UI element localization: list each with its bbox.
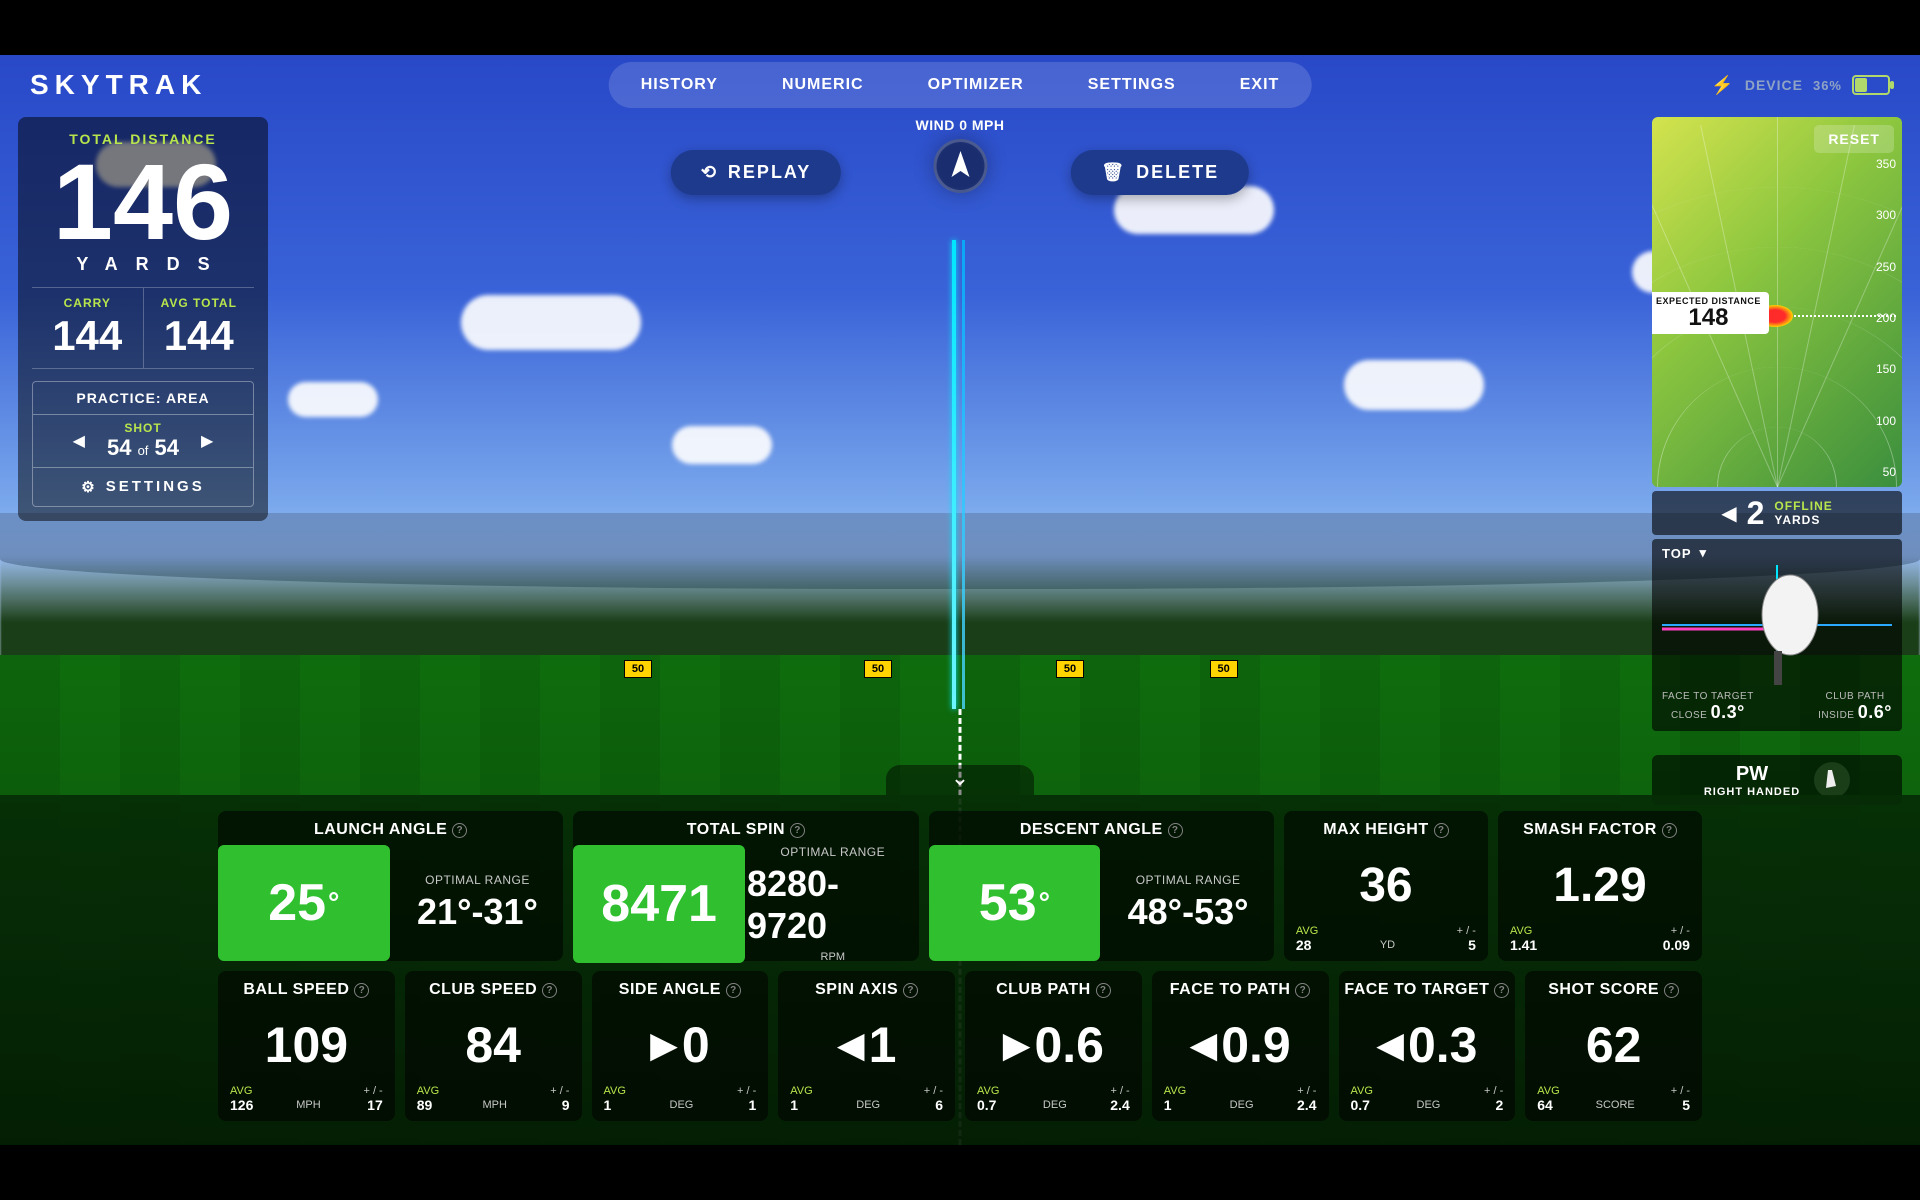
offline-unit: YARDS <box>1774 513 1820 527</box>
descent-angle-tile[interactable]: DESCENT ANGLE? 53° OPTIMAL RANGE 48°-53° <box>929 811 1274 961</box>
carry-label: CARRY <box>32 296 143 310</box>
offline-label: OFFLINE <box>1774 499 1832 513</box>
info-icon[interactable]: ? <box>903 983 918 998</box>
offline-indicator: ◀ 2 OFFLINE YARDS <box>1652 491 1902 535</box>
info-icon[interactable]: ? <box>1662 823 1677 838</box>
info-icon[interactable]: ? <box>452 823 467 838</box>
nav-optimizer[interactable]: OPTIMIZER <box>900 66 1052 104</box>
replay-label: REPLAY <box>728 162 811 183</box>
nav-exit[interactable]: EXIT <box>1212 66 1308 104</box>
delete-label: DELETE <box>1136 162 1219 183</box>
next-shot-button[interactable]: ▶ <box>193 427 221 455</box>
offline-direction-icon: ◀ <box>1721 501 1736 526</box>
practice-card: PRACTICE: AREA ◀ SHOT 54 of 54 ▶ ⚙ SETTI… <box>32 381 254 507</box>
info-icon[interactable]: ? <box>1295 983 1310 998</box>
club-path-tile[interactable]: CLUB PATH? ▶0.6 AVG0.7DEG+ / -2.4 <box>965 971 1142 1121</box>
map-distance-ticks: 350 300 250 200 150 100 50 <box>1876 157 1896 479</box>
header: SKYTRAK HISTORY NUMERIC OPTIMIZER SETTIN… <box>0 55 1920 115</box>
club-speed-tile[interactable]: CLUB SPEED? 84 AVG89MPH+ / -9 <box>405 971 582 1121</box>
offline-value: 2 <box>1747 495 1765 532</box>
side-angle-tile[interactable]: SIDE ANGLE? ▶0 AVG1DEG+ / -1 <box>592 971 769 1121</box>
info-icon[interactable]: ? <box>1096 983 1111 998</box>
info-icon[interactable]: ? <box>790 823 805 838</box>
info-icon[interactable]: ? <box>1494 983 1509 998</box>
replay-button[interactable]: ⟲ REPLAY <box>671 150 841 195</box>
nav-settings[interactable]: SETTINGS <box>1060 66 1204 104</box>
launch-angle-tile[interactable]: LAUNCH ANGLE? 25° OPTIMAL RANGE 21°-31° <box>218 811 563 961</box>
cloud <box>1344 360 1484 410</box>
dispersion-map[interactable]: 350 300 250 200 150 100 50 RESET EXPECTE… <box>1652 117 1902 487</box>
delete-button[interactable]: 🗑 DELETE <box>1071 150 1249 195</box>
prev-shot-button[interactable]: ◀ <box>65 427 93 455</box>
info-icon[interactable]: ? <box>542 983 557 998</box>
info-icon[interactable]: ? <box>1664 983 1679 998</box>
wind-text: WIND 0 MPH <box>916 117 1005 133</box>
ball-speed-tile[interactable]: BALL SPEED? 109 AVG126MPH+ / -17 <box>218 971 395 1121</box>
battery-icon <box>1852 75 1890 95</box>
bolt-icon: ⚡ <box>1711 75 1734 96</box>
distance-panel: TOTAL DISTANCE 146 YARDS CARRY 144 AVG T… <box>18 117 268 521</box>
reset-button[interactable]: RESET <box>1814 125 1894 153</box>
expected-distance-badge: EXPECTED DISTANCE 148 <box>1652 292 1769 334</box>
gear-icon: ⚙ <box>81 478 97 496</box>
info-icon[interactable]: ? <box>354 983 369 998</box>
max-height-tile[interactable]: MAX HEIGHT? 36 AVG28 YD + / -5 <box>1284 811 1488 961</box>
shot-counter: 54 of 54 <box>107 435 179 461</box>
club-icon <box>1814 762 1850 798</box>
avg-total-label: AVG TOTAL <box>144 296 255 310</box>
practice-settings-button[interactable]: ⚙ SETTINGS <box>33 468 253 506</box>
face-to-target-tile[interactable]: FACE TO TARGET? ◀0.3 AVG0.7DEG+ / -2 <box>1339 971 1516 1121</box>
practice-title: PRACTICE: AREA <box>33 382 253 415</box>
battery-percent: 36% <box>1813 78 1842 93</box>
cloud <box>288 382 378 417</box>
ball-trajectory <box>952 240 956 709</box>
main-nav: HISTORY NUMERIC OPTIMIZER SETTINGS EXIT <box>609 62 1312 108</box>
smash-factor-tile[interactable]: SMASH FACTOR? 1.29 AVG1.41 + / -0.09 <box>1498 811 1702 961</box>
club-name: PW <box>1704 763 1800 786</box>
chevron-down-icon: ▾ <box>1700 545 1708 561</box>
nav-numeric[interactable]: NUMERIC <box>754 66 892 104</box>
cloud <box>461 295 641 350</box>
metrics-drawer-toggle[interactable]: ⌄ <box>886 765 1034 795</box>
total-distance-value: 146 <box>32 151 254 254</box>
carry-value: 144 <box>32 312 143 360</box>
clubface-diagram <box>1662 565 1892 685</box>
device-status[interactable]: ⚡ DEVICE 36% <box>1711 75 1890 96</box>
spin-axis-tile[interactable]: SPIN AXIS? ◀1 AVG1DEG+ / -6 <box>778 971 955 1121</box>
distance-marker: 50 <box>624 660 652 678</box>
cloud <box>672 426 772 464</box>
clubface-widget: TOP ▾ FACE TO TARGET CLOSE 0.3° CLUB PAT… <box>1652 539 1902 731</box>
brand-logo: SKYTRAK <box>30 69 207 101</box>
practice-settings-label: SETTINGS <box>106 478 205 495</box>
shot-label: SHOT <box>107 421 179 435</box>
distance-marker: 50 <box>1210 660 1238 678</box>
action-buttons: ⟲ REPLAY 🗑 DELETE <box>671 150 1249 195</box>
shot-score-tile[interactable]: SHOT SCORE? 62 AVG64SCORE+ / -5 <box>1525 971 1702 1121</box>
view-selector[interactable]: TOP ▾ <box>1662 545 1892 561</box>
info-icon[interactable]: ? <box>1434 823 1449 838</box>
total-spin-tile[interactable]: TOTAL SPIN? 8471 OPTIMAL RANGE 8280-9720… <box>573 811 918 961</box>
metrics-panel: LAUNCH ANGLE? 25° OPTIMAL RANGE 21°-31° … <box>0 795 1920 1145</box>
distance-marker: 50 <box>1056 660 1084 678</box>
ball-trajectory <box>962 240 965 709</box>
trash-icon: 🗑 <box>1101 162 1126 183</box>
nav-history[interactable]: HISTORY <box>613 66 746 104</box>
info-icon[interactable]: ? <box>726 983 741 998</box>
avg-total-value: 144 <box>144 312 255 360</box>
face-to-path-tile[interactable]: FACE TO PATH? ◀0.9 AVG1DEG+ / -2.4 <box>1152 971 1329 1121</box>
info-icon[interactable]: ? <box>1168 823 1183 838</box>
device-label: DEVICE <box>1745 77 1803 93</box>
stage: 50 50 50 50 SKYTRAK HISTORY NUMERIC OPTI… <box>0 55 1920 1145</box>
distance-marker: 50 <box>864 660 892 678</box>
replay-icon: ⟲ <box>701 162 718 183</box>
